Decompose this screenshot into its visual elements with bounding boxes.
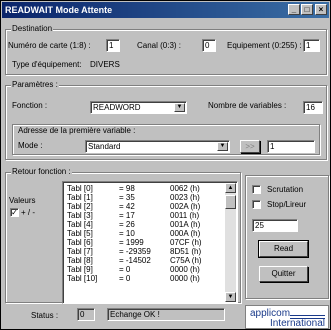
- equipment-input[interactable]: 1: [303, 39, 320, 52]
- row-decimal: = 10: [119, 229, 135, 238]
- return-group: Retour fonction : Valeurs ✓ + / - Tabl […: [5, 167, 241, 304]
- return-legend: Retour fonction :: [11, 167, 72, 177]
- row-name: Tabl [9]: [67, 265, 93, 274]
- row-name: Tabl [6]: [67, 238, 93, 247]
- row-hex: 0000 (h): [170, 265, 200, 274]
- row-name: Tabl [7]: [67, 247, 93, 256]
- row-decimal: = 0: [119, 265, 131, 274]
- parameters-legend: Paramètres :: [11, 80, 59, 90]
- row-decimal: = 17: [119, 211, 135, 220]
- card-number-input[interactable]: 1: [106, 39, 120, 52]
- function-value: READWORD: [93, 103, 141, 112]
- row-decimal: = 98: [119, 184, 135, 193]
- logo-line2: International: [269, 318, 325, 329]
- status-label: Status :: [31, 311, 59, 320]
- mode-select[interactable]: Standard ▼: [85, 140, 230, 153]
- row-hex: 07CF (h): [170, 238, 202, 247]
- row-hex: 0062 (h): [170, 184, 200, 193]
- scrutation-label: Scrutation: [267, 185, 304, 194]
- address-input[interactable]: 1: [267, 140, 315, 153]
- equipment-label: Equipement (0:255) :: [227, 41, 302, 50]
- row-name: Tabl [8]: [67, 256, 93, 265]
- row-decimal: = 42: [119, 202, 135, 211]
- row-decimal: = 0: [119, 274, 131, 283]
- row-hex: 0000 (h): [170, 274, 200, 283]
- stop-checkbox[interactable]: [252, 200, 261, 209]
- function-label: Fonction :: [12, 101, 48, 110]
- row-decimal: = 35: [119, 193, 135, 202]
- row-hex: 001A (h): [170, 220, 201, 229]
- row-decimal: = -29359: [119, 247, 151, 256]
- stop-label: Stop/Lireur: [267, 200, 307, 209]
- destination-legend: Destination: [11, 24, 54, 34]
- status-message-field: Echange OK !: [107, 308, 225, 321]
- row-name: Tabl [4]: [67, 220, 93, 229]
- canal-label: Canal (0:3) :: [137, 41, 182, 50]
- plus-minus-label: + / -: [21, 208, 36, 217]
- address-arrow-button[interactable]: >>: [240, 140, 260, 153]
- row-hex: 000A (h): [170, 229, 201, 238]
- status-code-field: 0: [77, 308, 95, 321]
- variable-count-input[interactable]: 16: [303, 101, 323, 114]
- card-number-label: Numéro de carte (1:8) :: [8, 41, 91, 50]
- maximize-button[interactable]: □: [301, 4, 313, 15]
- row-name: Tabl [2]: [67, 202, 93, 211]
- mode-value: Standard: [88, 142, 121, 151]
- row-name: Tabl [10]: [67, 274, 98, 283]
- canal-input[interactable]: 0: [202, 39, 216, 52]
- row-hex: C75A (h): [170, 256, 202, 265]
- row-decimal: = 1999: [119, 238, 144, 247]
- equipment-type-label: Type d'équipement:: [12, 60, 82, 69]
- variable-count-label: Nombre de variables :: [208, 101, 287, 110]
- row-hex: 002A (h): [170, 202, 201, 211]
- minimize-button[interactable]: _: [288, 4, 300, 15]
- row-name: Tabl [0]: [67, 184, 93, 193]
- function-select[interactable]: READWORD ▼: [90, 101, 187, 114]
- address-label: Adresse de la première variable :: [18, 126, 136, 135]
- row-hex: 8D51 (h): [170, 247, 202, 256]
- read-button[interactable]: Read: [258, 240, 309, 258]
- address-group: Adresse de la première variable : Mode :…: [12, 124, 320, 155]
- values-label: Valeurs: [9, 196, 36, 205]
- scroll-up-icon[interactable]: ▲: [225, 183, 236, 193]
- scroll-thumb[interactable]: [225, 195, 236, 209]
- values-listbox[interactable]: Tabl [0] = 98 0062 (h) Tabl [1] = 35 002…: [62, 181, 238, 304]
- side-controls-group: Scrutation Stop/Lireur 25 Read Quitter: [245, 175, 329, 299]
- chevron-down-icon[interactable]: ▼: [217, 142, 228, 151]
- row-decimal: = 26: [119, 220, 135, 229]
- row-name: Tabl [5]: [67, 229, 93, 238]
- quit-button[interactable]: Quitter: [259, 266, 308, 282]
- row-hex: 0023 (h): [170, 193, 200, 202]
- scrutation-checkbox[interactable]: [252, 185, 261, 194]
- row-name: Tabl [1]: [67, 193, 93, 202]
- applicom-logo: applicom International: [245, 305, 329, 329]
- close-button[interactable]: ×: [315, 4, 327, 15]
- row-decimal: = -14502: [119, 256, 151, 265]
- window-title: READWAIT Mode Attente: [5, 5, 113, 15]
- row-hex: 0011 (h): [170, 211, 200, 220]
- title-bar[interactable]: READWAIT Mode Attente _ □ ×: [2, 2, 329, 18]
- chevron-down-icon[interactable]: ▼: [174, 103, 185, 112]
- readwait-window: READWAIT Mode Attente _ □ × Destination …: [0, 0, 331, 330]
- row-name: Tabl [3]: [67, 211, 93, 220]
- destination-group: Destination Numéro de carte (1:8) : 1 Ca…: [5, 24, 327, 75]
- values-scrollbar[interactable]: ▲ ▼: [225, 183, 236, 302]
- equipment-type-value: DIVERS: [90, 60, 120, 69]
- scroll-down-icon[interactable]: ▼: [225, 292, 236, 302]
- plus-minus-checkbox[interactable]: ✓: [10, 208, 19, 217]
- parameters-group: Paramètres : Fonction : READWORD ▼ Nombr…: [5, 80, 327, 160]
- interval-input[interactable]: 25: [252, 219, 298, 232]
- mode-label: Mode :: [18, 141, 43, 150]
